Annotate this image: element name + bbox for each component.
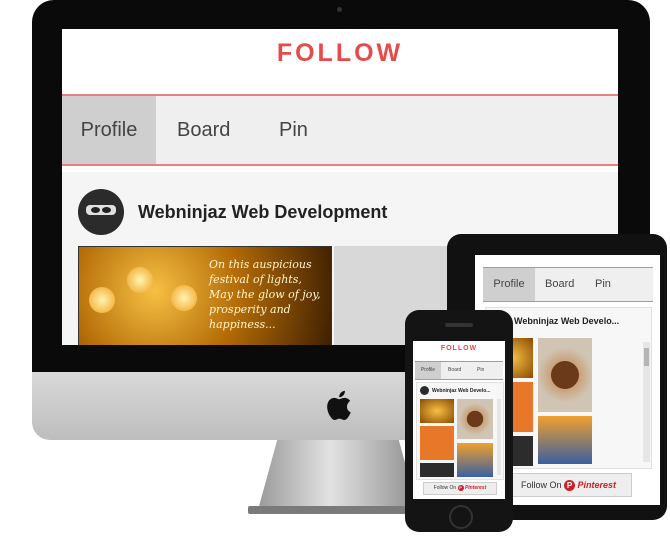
tab-pin[interactable]: Pin [279,96,308,164]
tab-profile[interactable]: Profile [62,96,156,164]
phone-pin-image[interactable] [420,426,454,460]
phone-screen: FOLLOW Profile Board Pin Webninjaz Web D… [413,341,505,499]
phone-tab-bar: Profile Board Pin [415,361,503,380]
phone-pin-image[interactable] [420,463,454,477]
phone-follow-on-pinterest-button[interactable]: Follow On P Pinterest [423,482,497,495]
tablet-pin-image[interactable] [538,338,592,412]
phone-pin-image[interactable] [457,399,493,439]
imac-stand-base [248,506,428,514]
pinterest-logo-icon: P [564,480,575,492]
tablet-pin-image[interactable] [538,416,592,464]
tablet-tab-pin[interactable]: Pin [595,268,611,301]
tablet-tab-board[interactable]: Board [545,268,574,301]
profile-name[interactable]: Webninjaz Web Development [138,202,387,223]
phone-follow-title: FOLLOW [440,345,478,352]
profile-header: Webninjaz Web Development [78,187,387,237]
pinterest-logo-icon: P [457,484,464,491]
pin-caption: On this auspicious festival of lights, M… [209,258,321,331]
ninja-avatar-icon[interactable] [420,386,429,395]
imac-stand [258,440,418,510]
phone-tab-board[interactable]: Board [448,362,461,379]
phone-profile-card: Webninjaz Web Develo... [416,382,504,480]
tablet-profile-name[interactable]: Webninjaz Web Develo... [514,316,619,326]
phone-pin-image[interactable] [457,443,493,477]
tab-board[interactable]: Board [177,96,230,164]
pin-image-diwali[interactable]: On this auspicious festival of lights, M… [78,246,332,345]
phone-profile-name[interactable]: Webninjaz Web Develo... [432,388,490,394]
phone-tab-profile[interactable]: Profile [415,362,441,379]
tablet-tab-bar: Profile Board Pin [483,267,653,302]
ninja-avatar-icon[interactable] [78,189,124,235]
phone-home-button[interactable] [449,505,473,529]
phone-speaker [445,323,473,327]
tablet-tab-profile[interactable]: Profile [483,268,535,301]
tablet-scrollbar[interactable] [643,342,650,462]
tab-bar: Profile Board Pin [62,94,618,166]
tablet-follow-on-pinterest-button[interactable]: Follow On P Pinterest [505,473,632,497]
phone-scrollbar[interactable] [497,399,501,475]
follow-title: FOLLOW [276,39,404,67]
imac-camera [337,7,342,12]
apple-logo-icon [327,390,351,421]
phone-tab-pin[interactable]: Pin [477,362,484,379]
phone-profile-header: Webninjaz Web Develo... [420,386,490,395]
phone-pin-image[interactable] [420,399,454,423]
